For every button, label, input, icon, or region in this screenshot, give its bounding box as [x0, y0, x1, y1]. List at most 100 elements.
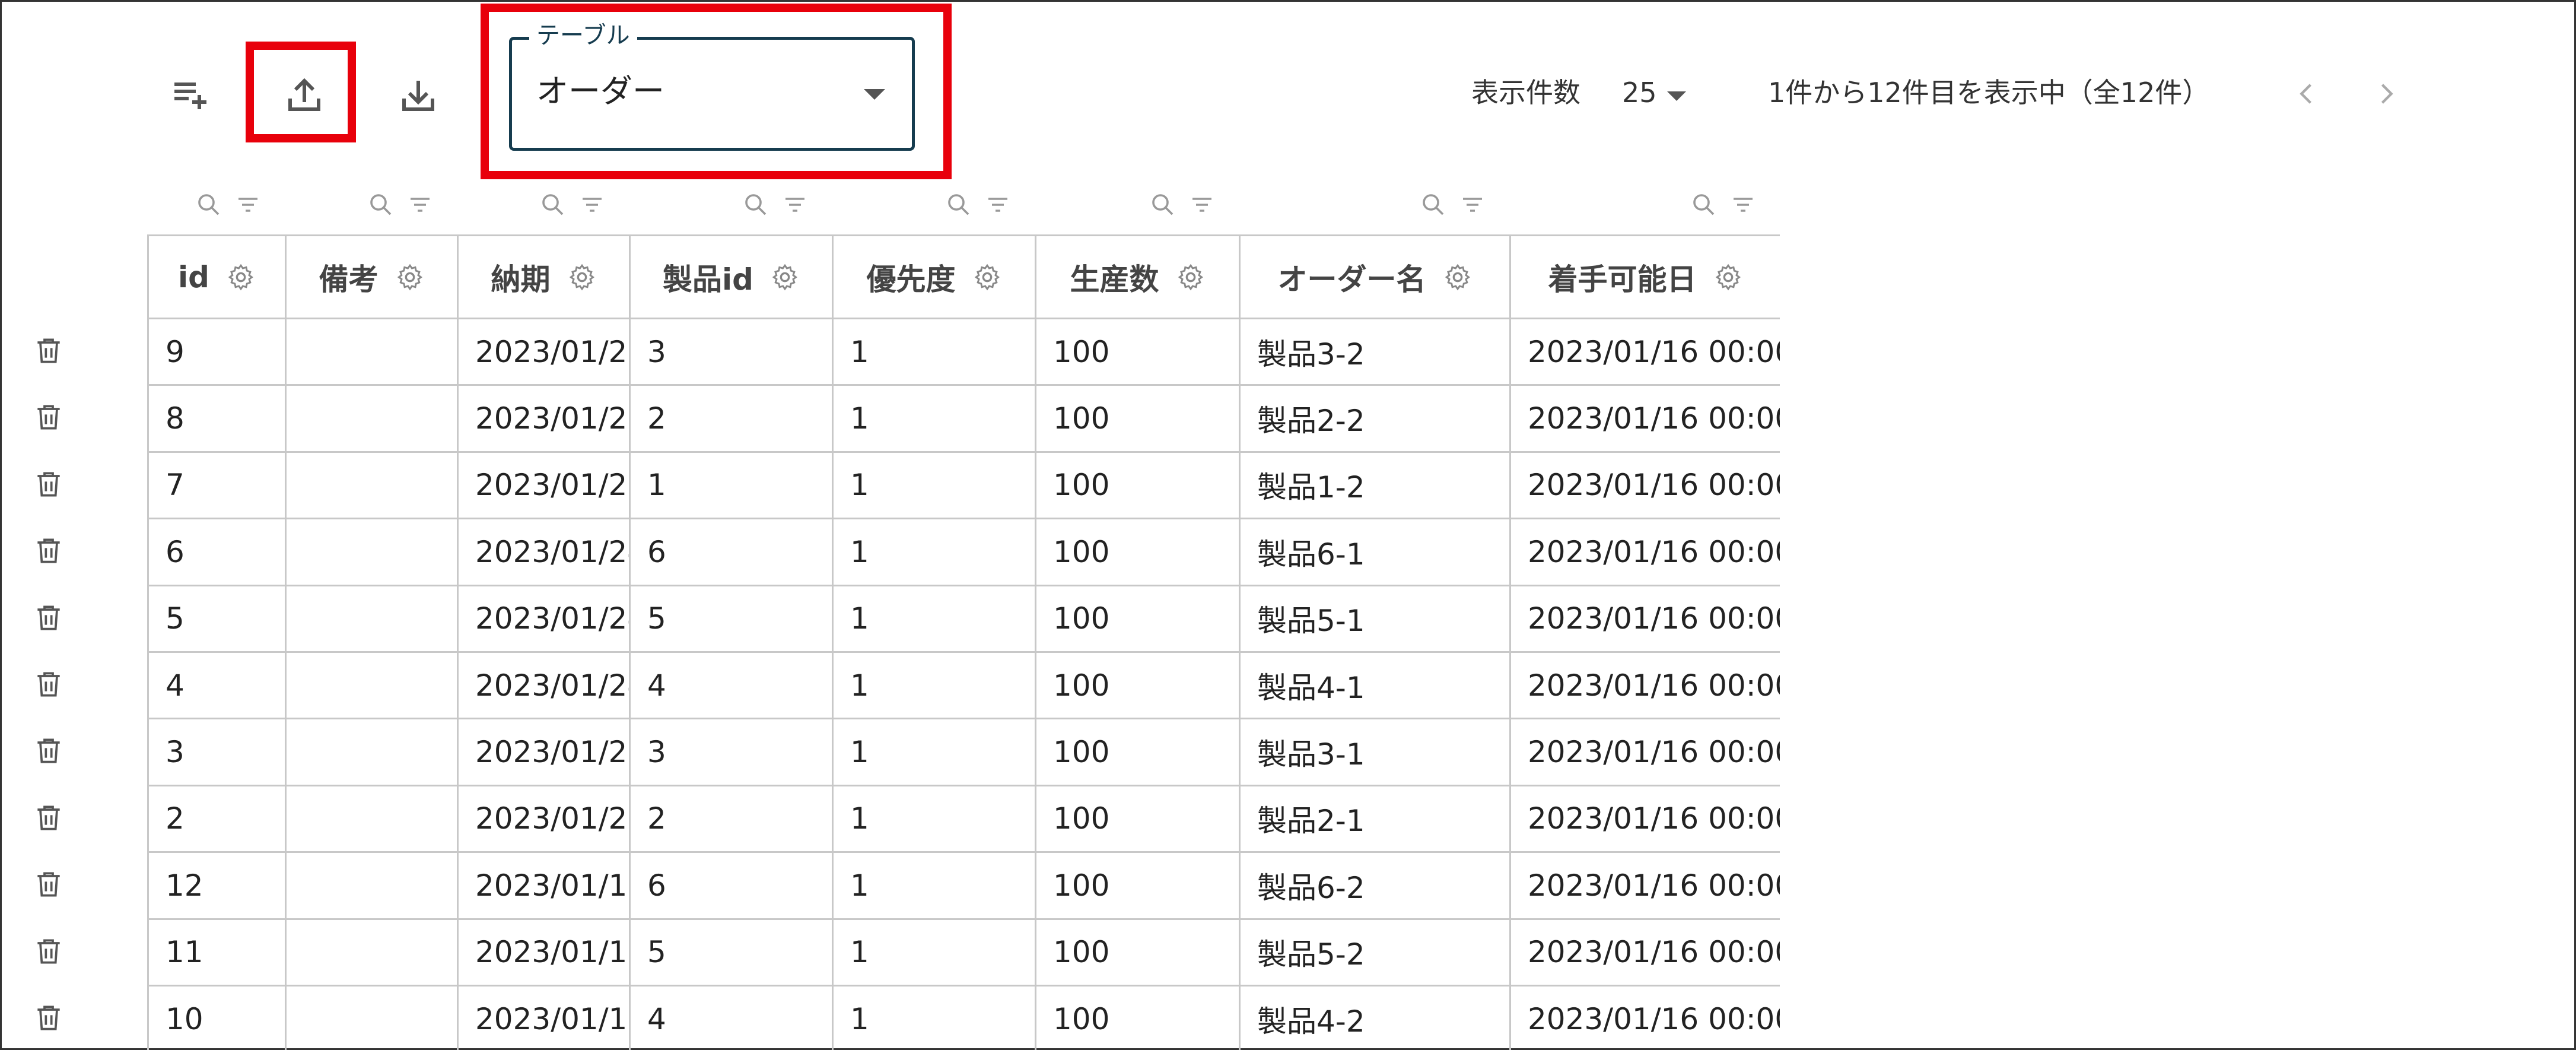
table-cell[interactable]: 4 — [147, 651, 287, 720]
filter-icon[interactable] — [578, 191, 606, 219]
table-row[interactable]: 4 2023/01/24 4 1 100 製品4-1 2023/01/16 00:00 — [147, 651, 1780, 720]
table-cell[interactable]: 2023/01/16 00:00 — [1509, 384, 1780, 453]
table-cell[interactable]: 製品3-2 — [1239, 317, 1511, 386]
table-cell[interactable]: 製品6-2 — [1239, 851, 1511, 920]
table-cell[interactable]: 製品2-1 — [1239, 784, 1511, 854]
table-cell[interactable]: 1 — [832, 317, 1036, 386]
table-cell[interactable]: 1 — [832, 384, 1036, 453]
delete-row-icon[interactable] — [30, 999, 68, 1037]
search-icon[interactable] — [944, 191, 973, 219]
delete-row-icon[interactable] — [30, 599, 68, 637]
table-cell[interactable]: 5 — [629, 918, 834, 986]
gear-icon[interactable] — [972, 262, 1002, 292]
table-cell[interactable]: 2 — [629, 784, 834, 854]
delete-row-icon[interactable] — [30, 532, 68, 570]
search-icon[interactable] — [742, 191, 770, 219]
table-cell[interactable]: 6 — [629, 851, 834, 920]
table-cell[interactable]: 2023/01/16 00:00 — [1509, 317, 1780, 386]
table-cell[interactable] — [285, 984, 459, 1050]
delete-row-icon[interactable] — [30, 732, 68, 770]
table-row[interactable]: 3 2023/01/21 3 1 100 製品3-1 2023/01/16 00:00 — [147, 718, 1780, 786]
table-cell[interactable]: 2023/01/16 00:00 — [1509, 518, 1780, 586]
table-cell[interactable]: 2 — [147, 784, 287, 854]
search-icon[interactable] — [195, 191, 223, 219]
search-icon[interactable] — [1149, 191, 1177, 219]
table-cell[interactable] — [285, 384, 459, 453]
column-header[interactable]: オーダー名 — [1239, 234, 1511, 319]
table-cell[interactable]: 製品5-1 — [1239, 584, 1511, 653]
table-cell[interactable]: 1 — [832, 584, 1036, 653]
table-cell[interactable] — [285, 584, 459, 653]
table-cell[interactable]: 2023/01/24 — [457, 584, 631, 653]
table-row[interactable]: 6 2023/01/24 6 1 100 製品6-1 2023/01/16 00:00 — [147, 518, 1780, 586]
download-icon[interactable] — [386, 62, 451, 128]
gear-icon[interactable] — [1443, 262, 1473, 292]
table-cell[interactable] — [285, 718, 459, 786]
filter-icon[interactable] — [406, 191, 434, 219]
prev-page-button[interactable] — [2284, 71, 2329, 116]
table-cell[interactable]: 2023/01/16 00:00 — [1509, 451, 1780, 520]
table-cell[interactable]: 製品2-2 — [1239, 384, 1511, 453]
table-cell[interactable]: 2023/01/16 00:00 — [1509, 651, 1780, 720]
table-cell[interactable]: 100 — [1035, 918, 1241, 986]
delete-row-icon[interactable] — [30, 865, 68, 903]
table-cell[interactable]: 100 — [1035, 651, 1241, 720]
table-cell[interactable]: 1 — [629, 451, 834, 520]
filter-icon[interactable] — [781, 191, 809, 219]
filter-icon[interactable] — [1458, 191, 1487, 219]
filter-icon[interactable] — [1188, 191, 1216, 219]
column-header[interactable]: 優先度 — [832, 234, 1036, 319]
filter-icon[interactable] — [984, 191, 1012, 219]
table-cell[interactable]: 11 — [147, 918, 287, 986]
table-cell[interactable]: 2023/01/16 00:00 — [1509, 718, 1780, 786]
table-cell[interactable]: 9 — [147, 317, 287, 386]
table-cell[interactable]: 6 — [629, 518, 834, 586]
table-cell[interactable]: 2023/01/19 — [457, 918, 631, 986]
table-row[interactable]: 12 2023/01/19 6 1 100 製品6-2 2023/01/16 00:00 — [147, 851, 1780, 920]
add-row-icon[interactable] — [158, 62, 223, 128]
table-cell[interactable]: 3 — [629, 317, 834, 386]
table-cell[interactable]: 100 — [1035, 384, 1241, 453]
search-icon[interactable] — [1419, 191, 1448, 219]
table-cell[interactable]: 製品4-2 — [1239, 984, 1511, 1050]
delete-row-icon[interactable] — [30, 465, 68, 503]
table-cell[interactable]: 2023/01/21 — [457, 718, 631, 786]
table-cell[interactable]: 3 — [629, 718, 834, 786]
table-cell[interactable]: 1 — [832, 451, 1036, 520]
table-cell[interactable]: 1 — [832, 918, 1036, 986]
table-row[interactable]: 9 2023/01/27 3 1 100 製品3-2 2023/01/16 00:00 — [147, 317, 1780, 386]
table-row[interactable]: 2 2023/01/21 2 1 100 製品2-1 2023/01/16 00:00 — [147, 784, 1780, 854]
next-page-button[interactable] — [2364, 71, 2409, 116]
table-cell[interactable]: 100 — [1035, 984, 1241, 1050]
table-cell[interactable]: 2023/01/19 — [457, 851, 631, 920]
table-cell[interactable]: 8 — [147, 384, 287, 453]
table-cell[interactable]: 2023/01/27 — [457, 317, 631, 386]
table-cell[interactable] — [285, 518, 459, 586]
table-cell[interactable]: 1 — [832, 984, 1036, 1050]
table-cell[interactable]: 4 — [629, 984, 834, 1050]
table-cell[interactable]: 2 — [629, 384, 834, 453]
table-cell[interactable]: 2023/01/27 — [457, 451, 631, 520]
table-cell[interactable] — [285, 317, 459, 386]
table-cell[interactable]: 2023/01/24 — [457, 651, 631, 720]
delete-row-icon[interactable] — [30, 799, 68, 837]
table-cell[interactable]: 100 — [1035, 718, 1241, 786]
filter-icon[interactable] — [234, 191, 262, 219]
delete-row-icon[interactable] — [30, 665, 68, 703]
search-icon[interactable] — [539, 191, 567, 219]
table-cell[interactable]: 製品5-2 — [1239, 918, 1511, 986]
table-cell[interactable]: 2023/01/24 — [457, 518, 631, 586]
delete-row-icon[interactable] — [30, 398, 68, 436]
gear-icon[interactable] — [226, 262, 256, 292]
rows-per-page-select[interactable]: 25 — [1622, 76, 1657, 109]
table-row[interactable]: 5 2023/01/24 5 1 100 製品5-1 2023/01/16 00:00 — [147, 584, 1780, 653]
table-cell[interactable] — [285, 651, 459, 720]
table-cell[interactable]: 2023/01/16 00:00 — [1509, 918, 1780, 986]
gear-icon[interactable] — [567, 262, 597, 292]
table-cell[interactable]: 2023/01/16 00:00 — [1509, 984, 1780, 1050]
table-row[interactable]: 7 2023/01/27 1 1 100 製品1-2 2023/01/16 00:00 — [147, 451, 1780, 520]
column-header[interactable]: id — [147, 234, 287, 319]
table-cell[interactable]: 100 — [1035, 317, 1241, 386]
gear-icon[interactable] — [770, 262, 800, 292]
table-cell[interactable]: 7 — [147, 451, 287, 520]
